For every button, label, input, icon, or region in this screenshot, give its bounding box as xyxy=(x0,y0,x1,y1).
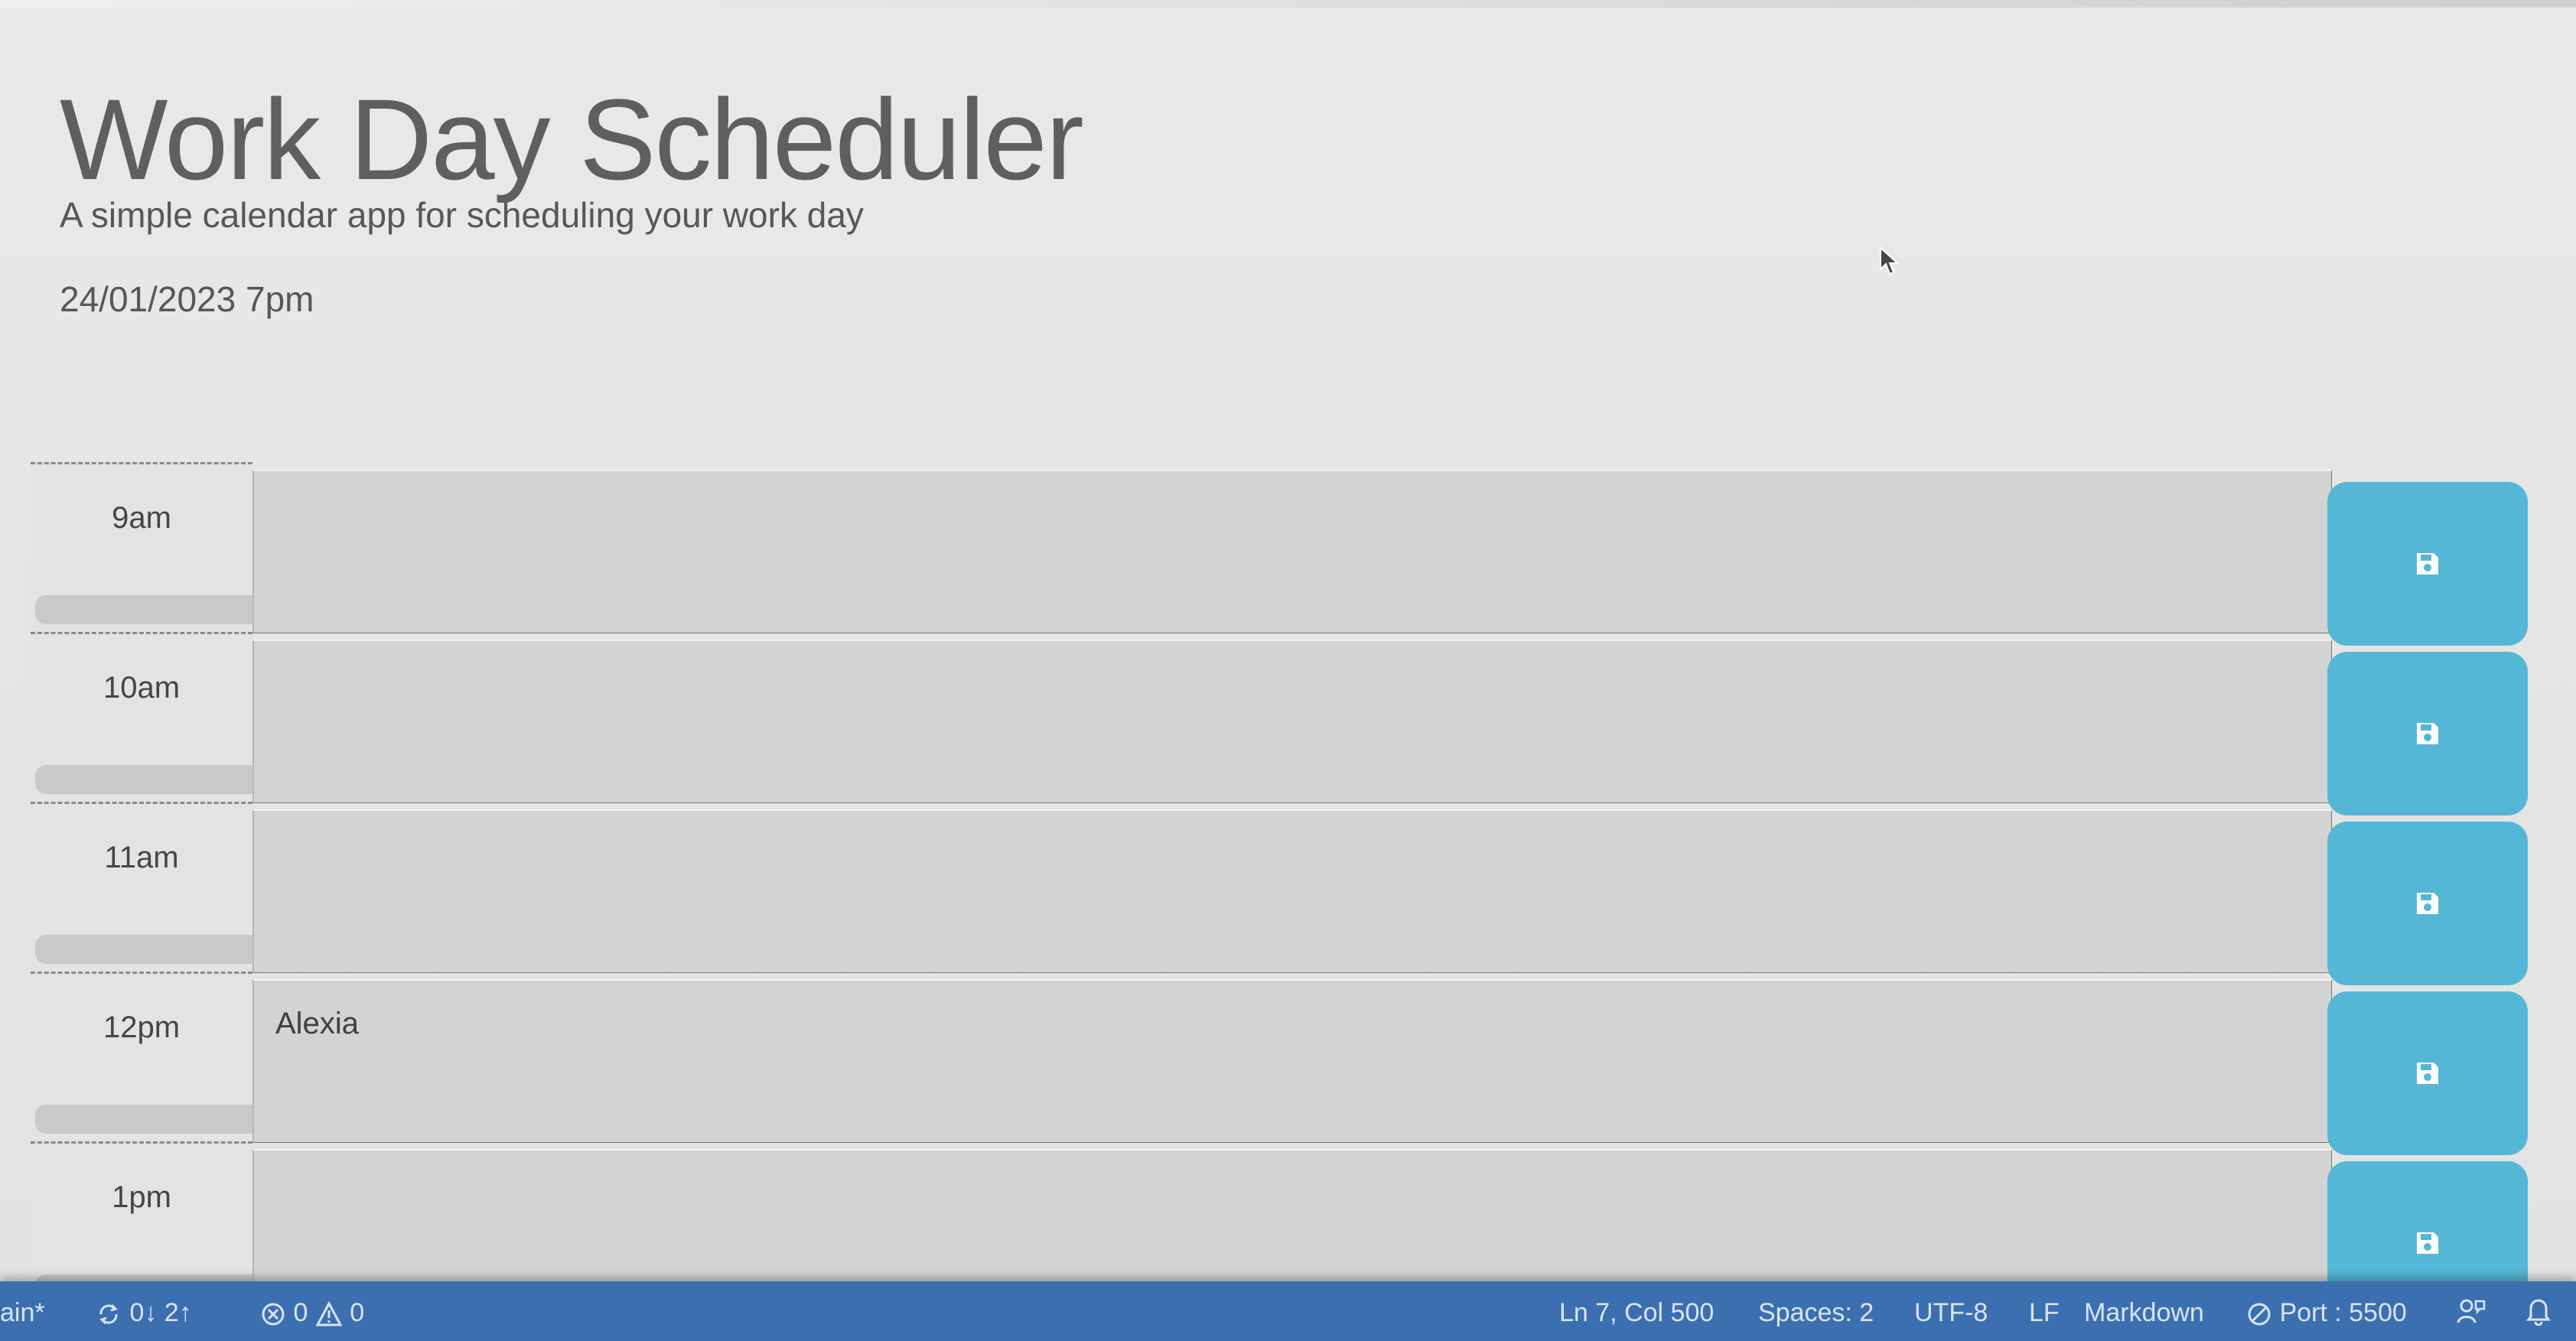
mouse-pointer-icon xyxy=(1880,246,1900,275)
warning-icon xyxy=(315,1301,343,1326)
line-ending[interactable]: LF xyxy=(2029,1298,2060,1328)
sync-icon xyxy=(99,1304,118,1325)
scheduler-page: Work Day Scheduler A simple calendar app… xyxy=(0,0,2576,1341)
save-button[interactable] xyxy=(2327,482,2528,646)
time-block-row: 11am xyxy=(31,802,2540,985)
sync-counts: 0↓ 2↑ xyxy=(129,1298,192,1327)
time-block-row: 12pm Alexia xyxy=(31,972,2540,1155)
hour-cell: 10am xyxy=(31,632,252,802)
problems-status[interactable]: 0 0 xyxy=(260,1298,364,1328)
event-description-input[interactable]: Alexia xyxy=(252,979,2332,1143)
error-circle-icon xyxy=(262,1303,285,1326)
current-day: 24/01/2023 7pm xyxy=(60,279,314,319)
save-button[interactable] xyxy=(2327,652,2528,815)
event-description-input[interactable] xyxy=(252,809,2332,973)
hour-cell: 9am xyxy=(31,462,252,632)
save-floppy-icon xyxy=(2417,553,2438,574)
event-description-input[interactable] xyxy=(252,470,2332,633)
hour-cell-shadow xyxy=(35,1105,252,1134)
save-floppy-icon xyxy=(2417,1063,2438,1084)
save-floppy-icon xyxy=(2417,893,2438,914)
bell-icon[interactable] xyxy=(2525,1295,2552,1326)
hour-cell-shadow xyxy=(35,935,252,964)
indentation-spaces[interactable]: Spaces: 2 xyxy=(1758,1298,1874,1328)
sync-status[interactable]: 0↓ 2↑ xyxy=(95,1298,192,1328)
hour-label: 11am xyxy=(104,841,179,874)
time-block-list: 9am 10am 11am 12pm Alexia 1pm xyxy=(31,462,2540,1325)
hour-label: 12pm xyxy=(103,1011,181,1044)
port-broadcast-icon xyxy=(2248,1303,2271,1326)
event-description-input[interactable] xyxy=(252,640,2332,803)
save-floppy-icon xyxy=(2417,723,2438,744)
language-mode[interactable]: Markdown xyxy=(2084,1298,2204,1328)
live-server-port[interactable]: Port : 5500 xyxy=(2246,1298,2407,1328)
git-branch[interactable]: ain* xyxy=(0,1298,45,1328)
window-top-edge xyxy=(0,0,2576,8)
save-button[interactable] xyxy=(2327,822,2528,985)
time-block-row: 9am xyxy=(31,462,2540,646)
page-subtitle: A simple calendar app for scheduling you… xyxy=(60,195,864,235)
hour-label: 1pm xyxy=(112,1180,171,1214)
hour-cell: 12pm xyxy=(31,972,252,1141)
hour-label: 10am xyxy=(103,671,181,705)
warning-count: 0 xyxy=(350,1298,365,1327)
hour-label: 9am xyxy=(112,501,171,535)
editor-status-bar: ain* 0↓ 2↑ 0 0 Ln 7, Col 500 Spaces: 2 U… xyxy=(0,1281,2576,1341)
cursor-position[interactable]: Ln 7, Col 500 xyxy=(1559,1298,1714,1328)
hour-cell: 11am xyxy=(31,802,252,972)
feedback-icon[interactable] xyxy=(2456,1297,2486,1326)
error-count: 0 xyxy=(293,1298,308,1327)
page-title: Work Day Scheduler xyxy=(60,74,1084,203)
save-floppy-icon xyxy=(2417,1232,2438,1254)
hour-cell-shadow xyxy=(35,595,252,624)
time-block-row: 10am xyxy=(31,632,2540,815)
port-label: Port : 5500 xyxy=(2279,1298,2407,1327)
save-button[interactable] xyxy=(2327,991,2528,1155)
hour-cell-shadow xyxy=(35,765,252,794)
file-encoding[interactable]: UTF-8 xyxy=(1914,1298,1988,1328)
